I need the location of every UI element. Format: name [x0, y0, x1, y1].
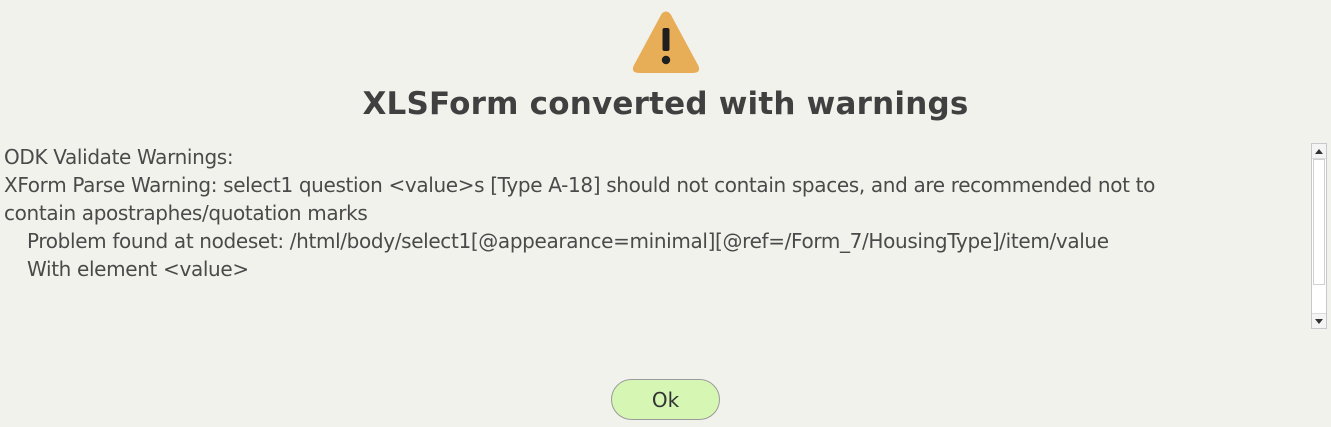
- arrow-up-icon: [1315, 148, 1323, 154]
- warning-message-area[interactable]: ODK Validate Warnings: XForm Parse Warni…: [0, 143, 1306, 330]
- scroll-thumb[interactable]: [1313, 159, 1325, 285]
- scroll-up-button[interactable]: [1312, 144, 1326, 159]
- message-line: contain apostraphes/quotation marks: [4, 201, 368, 225]
- ok-button[interactable]: Ok: [611, 379, 720, 420]
- message-line: Problem found at nodeset: /html/body/sel…: [27, 229, 1109, 253]
- scroll-down-button[interactable]: [1312, 313, 1326, 328]
- message-line: ODK Validate Warnings:: [4, 145, 234, 169]
- message-line: With element <value>: [27, 257, 249, 281]
- vertical-scrollbar[interactable]: [1311, 143, 1327, 329]
- arrow-down-icon: [1315, 318, 1323, 324]
- message-line: XForm Parse Warning: select1 question <v…: [4, 173, 1155, 197]
- dialog-title: XLSForm converted with warnings: [362, 86, 969, 122]
- warning-triangle-icon: [632, 11, 700, 73]
